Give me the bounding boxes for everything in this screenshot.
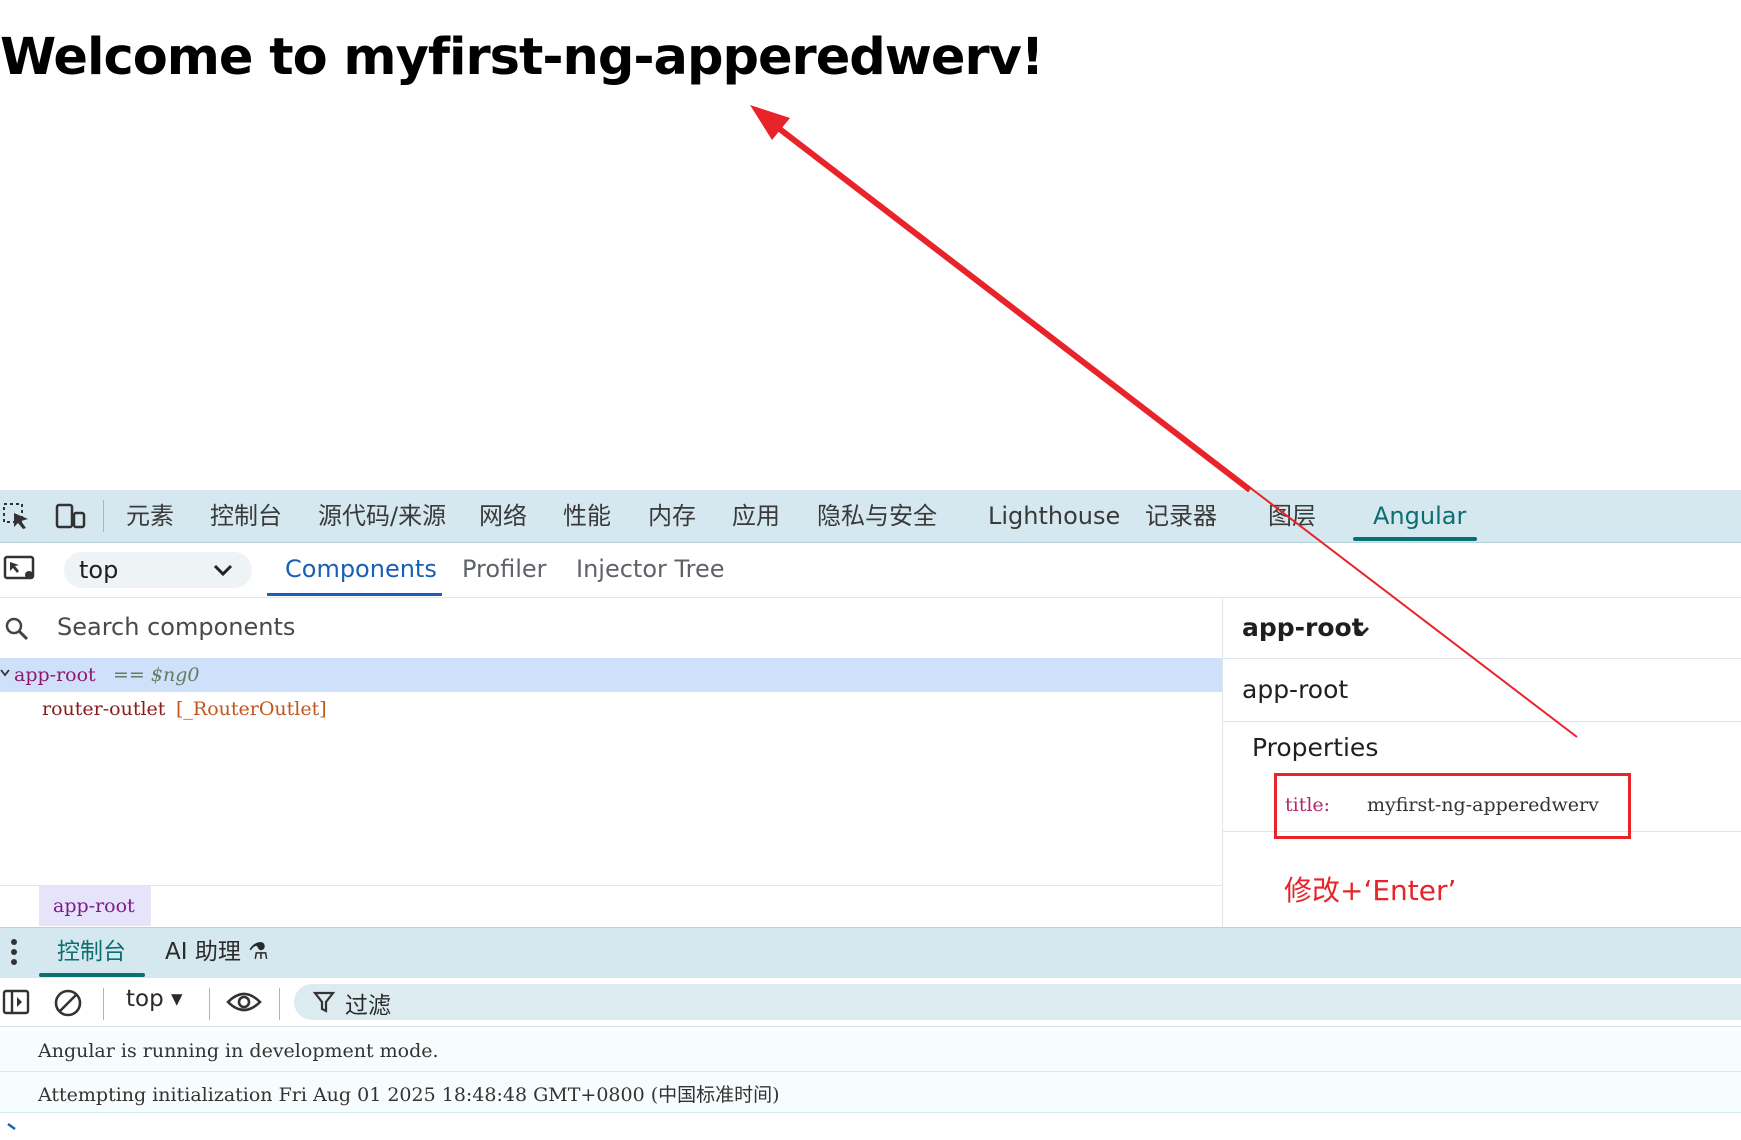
annotation-arrow-line-bold [762, 114, 1252, 493]
annotation-arrow [750, 105, 1578, 738]
